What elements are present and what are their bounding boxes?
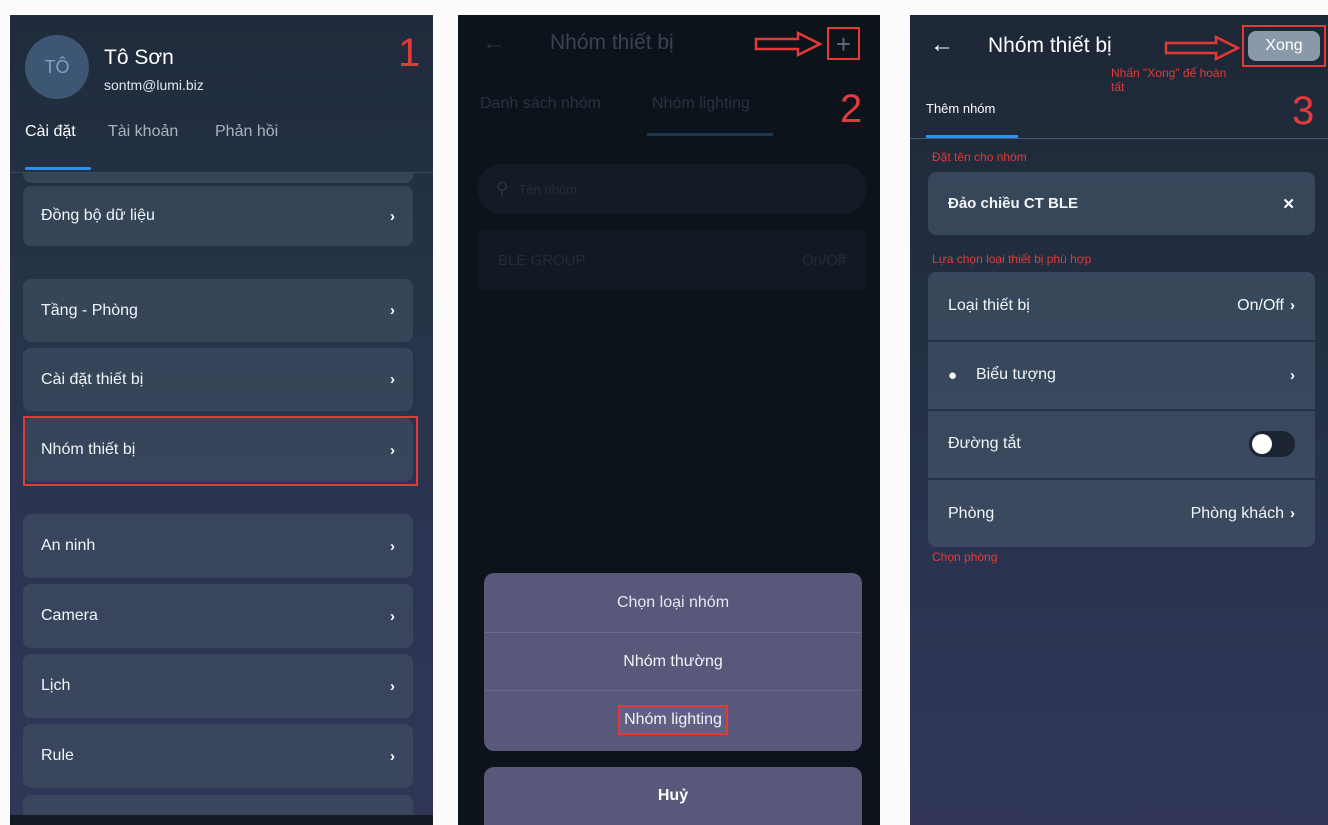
annotation-done: Nhấn "Xong" để hoàn tất	[1111, 66, 1227, 94]
page-title: Nhóm thiết bị	[550, 31, 674, 54]
option-lighting-group[interactable]: Nhóm lighting	[484, 691, 862, 749]
annotation-room: Chọn phòng	[932, 550, 998, 564]
search-input[interactable]: ⚲ Tên nhóm	[478, 164, 866, 214]
settings-item-label: An ninh	[41, 537, 96, 554]
group-name-field[interactable]: Đảo chiều CT BLE ✕	[928, 172, 1315, 235]
room-value: Phòng khách	[1190, 504, 1284, 522]
shortcut-toggle[interactable]	[1249, 431, 1295, 457]
device-type-row[interactable]: Loại thiết bị On/Off ›	[928, 272, 1315, 339]
add-group-button[interactable]: +	[827, 27, 860, 60]
search-placeholder: Tên nhóm	[518, 181, 577, 197]
room-row[interactable]: Phòng Phòng khách ›	[928, 480, 1315, 547]
divider	[928, 339, 1315, 340]
chevron-right-icon: ›	[390, 207, 395, 225]
option-label: Nhóm thường	[623, 652, 723, 670]
screen-group-type: ← Nhóm thiết bị + 2 Danh sách nhóm Nhóm …	[458, 15, 880, 825]
tab-active-underline	[647, 133, 773, 136]
tab-add-group[interactable]: Thêm nhóm	[926, 101, 995, 116]
action-sheet: Chọn loại nhóm Nhóm thường Nhóm lighting	[484, 573, 862, 751]
settings-item-device-settings[interactable]: Cài đặt thiết bị ›	[23, 348, 413, 411]
chevron-right-icon: ›	[390, 677, 395, 695]
settings-item-rule[interactable]: Rule ›	[23, 724, 413, 788]
tutorial-composite: TÔ Tô Sơn sontm@lumi.biz 1 Cài đặt Tài k…	[0, 0, 1328, 825]
tab-lighting-group[interactable]: Nhóm lighting	[652, 95, 750, 113]
annotation-type: Lựa chọn loại thiết bị phù hợp	[932, 252, 1092, 266]
icon-row[interactable]: ● Biểu tượng ›	[928, 342, 1315, 408]
back-arrow-icon[interactable]: ←	[930, 31, 954, 59]
shortcut-row: Đường tắt	[928, 411, 1315, 477]
card-partial	[23, 173, 413, 183]
done-highlight: Xong	[1242, 25, 1326, 67]
lightbulb-icon: ●	[948, 366, 958, 384]
settings-item-label: Đồng bộ dữ liệu	[41, 207, 155, 224]
device-type-label: Loại thiết bị	[948, 296, 1030, 314]
chevron-right-icon: ›	[1290, 505, 1295, 522]
option-normal-group[interactable]: Nhóm thường	[484, 633, 862, 691]
settings-item-label: Tầng - Phòng	[41, 301, 138, 319]
shortcut-label: Đường tắt	[948, 435, 1021, 452]
settings-item-sync[interactable]: Đồng bộ dữ liệu ›	[23, 186, 413, 246]
settings-item-security[interactable]: An ninh ›	[23, 514, 413, 578]
settings-item-label: Cài đặt thiết bị	[41, 370, 144, 388]
tab-group-list[interactable]: Danh sách nhóm	[480, 95, 601, 113]
divider	[928, 477, 1315, 478]
step-number-1: 1	[398, 31, 421, 75]
chevron-right-icon: ›	[390, 537, 395, 555]
chevron-right-icon: ›	[1290, 366, 1295, 384]
room-label: Phòng	[948, 504, 995, 522]
icon-label: Biểu tượng	[976, 366, 1056, 383]
option-label-highlighted: Nhóm lighting	[618, 705, 728, 735]
chevron-right-icon: ›	[1290, 297, 1295, 314]
highlight-box	[23, 416, 418, 486]
chevron-right-icon: ›	[390, 371, 395, 388]
tab-settings[interactable]: Cài đặt	[25, 123, 76, 141]
chevron-right-icon: ›	[390, 747, 395, 765]
settings-tabs: Cài đặt Tài khoản Phản hồi	[10, 123, 433, 173]
clear-icon[interactable]: ✕	[1282, 195, 1295, 213]
settings-item-camera[interactable]: Camera ›	[23, 584, 413, 648]
device-type-value: On/Off	[1237, 296, 1284, 314]
settings-item-label: Lịch	[41, 677, 71, 694]
tab-feedback[interactable]: Phản hồi	[215, 123, 278, 141]
screen-settings: TÔ Tô Sơn sontm@lumi.biz 1 Cài đặt Tài k…	[10, 15, 433, 825]
back-arrow-icon[interactable]: ←	[482, 29, 506, 57]
divider	[928, 408, 1315, 409]
tab-divider	[910, 138, 1328, 139]
tab-active-underline	[25, 167, 91, 170]
settings-item-floor-room[interactable]: Tầng - Phòng ›	[23, 279, 413, 342]
step-number-2: 2	[840, 87, 863, 131]
group-name: BLE GROUP	[498, 251, 586, 269]
bottom-bar	[10, 815, 433, 825]
page-title: Nhóm thiết bị	[988, 34, 1112, 57]
pointer-arrow-icon	[1164, 35, 1241, 61]
pointer-arrow-icon	[754, 31, 823, 57]
annotation-name: Đặt tên cho nhóm	[932, 150, 1027, 164]
settings-item-schedule[interactable]: Lịch ›	[23, 654, 413, 718]
chevron-right-icon: ›	[390, 302, 395, 319]
settings-item-label: Rule	[41, 747, 74, 764]
group-row[interactable]: BLE GROUP On/Off	[478, 230, 866, 290]
step-number-3: 3	[1292, 89, 1315, 133]
user-name: Tô Sơn	[104, 46, 174, 69]
settings-item-label: Camera	[41, 607, 98, 624]
search-icon: ⚲	[496, 179, 509, 198]
cancel-button[interactable]: Huỷ	[484, 767, 862, 825]
group-type: On/Off	[802, 251, 846, 269]
chevron-right-icon: ›	[390, 607, 395, 625]
tab-account[interactable]: Tài khoản	[108, 123, 178, 141]
done-button[interactable]: Xong	[1248, 31, 1320, 61]
sheet-title: Chọn loại nhóm	[484, 573, 862, 633]
avatar[interactable]: TÔ	[25, 35, 89, 99]
group-name-value: Đảo chiều CT BLE	[948, 195, 1079, 212]
user-email: sontm@lumi.biz	[104, 77, 204, 93]
screen-add-group: ← Nhóm thiết bị Xong Nhấn "Xong" để hoàn…	[910, 15, 1328, 825]
